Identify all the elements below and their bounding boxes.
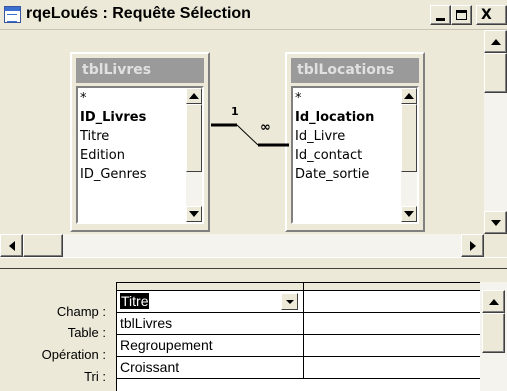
table-pane-horizontal-scrollbar[interactable] <box>0 234 484 257</box>
grid-cell-field[interactable]: Titre <box>117 291 304 313</box>
field-list-tbllocations[interactable]: tblLocations * Id_location Id_Livre Id_c… <box>285 52 425 232</box>
field-item[interactable]: * <box>295 89 302 108</box>
row-label-field: Champ : <box>56 304 106 319</box>
arrow-up-icon <box>189 93 199 99</box>
scroll-up-button[interactable] <box>186 88 202 104</box>
table-pane-vertical-scrollbar[interactable] <box>484 30 507 234</box>
field-list-title[interactable]: tblLocations <box>291 58 419 83</box>
column-selector-bar[interactable] <box>117 283 481 291</box>
chevron-down-icon <box>285 299 294 304</box>
grid-cell-field-empty[interactable] <box>304 291 481 313</box>
table-pane[interactable]: tblLivres * ID_Livres Titre Edition ID_G… <box>0 30 484 234</box>
scroll-down-button[interactable] <box>484 211 507 234</box>
close-icon: X <box>481 7 492 23</box>
arrow-down-icon <box>189 211 199 217</box>
row-label-sort: Tri : <box>84 369 106 384</box>
scroll-down-button[interactable] <box>186 206 202 222</box>
arrow-up-icon <box>490 38 501 45</box>
field-item[interactable]: ID_Genres <box>80 165 147 184</box>
grid-cell-table[interactable]: tblLivres <box>117 313 304 335</box>
minimize-icon <box>436 18 445 21</box>
grid-cell-sort-empty[interactable] <box>304 357 481 379</box>
scroll-thumb[interactable] <box>23 234 63 257</box>
grid-cell-total[interactable]: Regroupement <box>117 335 304 357</box>
close-button[interactable]: X <box>476 5 507 25</box>
window-title: rqeLoués : Requête Sélection <box>26 5 251 22</box>
relationship-many-label: ∞ <box>260 120 271 135</box>
scroll-right-button[interactable] <box>461 234 484 257</box>
grid-cell-total-empty[interactable] <box>304 335 481 357</box>
scroll-left-button[interactable] <box>0 234 23 257</box>
field-item-primary-key[interactable]: ID_Livres <box>80 108 146 127</box>
field-item[interactable]: Id_contact <box>295 146 362 165</box>
query-window-icon[interactable] <box>4 6 21 23</box>
field-list-scrollbar[interactable] <box>401 88 417 222</box>
grid-vertical-scrollbar[interactable] <box>480 282 507 391</box>
title-bar[interactable]: rqeLoués : Requête Sélection X <box>0 0 507 30</box>
field-list[interactable]: * Id_location Id_Livre Id_contact Date_s… <box>291 86 419 224</box>
field-list-title[interactable]: tblLivres <box>76 58 204 83</box>
arrow-right-icon <box>469 240 476 251</box>
column-divider <box>303 283 304 291</box>
maximize-icon <box>456 10 467 20</box>
query-window: rqeLoués : Requête Sélection X tblLivres… <box>0 0 507 391</box>
scroll-down-button[interactable] <box>401 206 417 222</box>
field-list[interactable]: * ID_Livres Titre Edition ID_Genres <box>76 86 204 224</box>
field-item[interactable]: Titre <box>80 127 109 146</box>
field-list-scrollbar[interactable] <box>186 88 202 222</box>
scroll-thumb[interactable] <box>186 104 202 172</box>
grid-cell-table-empty[interactable] <box>304 313 481 335</box>
scroll-up-button[interactable] <box>482 290 505 313</box>
minimize-button[interactable] <box>430 5 451 25</box>
field-dropdown-button[interactable] <box>281 293 298 310</box>
scroll-up-button[interactable] <box>401 88 417 104</box>
grid-cell-sort[interactable]: Croissant <box>117 357 304 379</box>
pane-splitter[interactable] <box>0 257 507 269</box>
field-item-primary-key[interactable]: Id_location <box>295 108 374 127</box>
query-design-grid-pane: Champ : Table : Opération : Tri : Titre … <box>0 269 507 391</box>
query-design-grid[interactable]: Titre tblLivres Regroupement Croissant <box>116 282 481 391</box>
arrow-up-icon <box>404 93 414 99</box>
field-item[interactable]: Date_sortie <box>295 165 369 184</box>
scroll-thumb[interactable] <box>401 104 417 172</box>
arrow-down-icon <box>490 219 501 226</box>
arrow-down-icon <box>404 211 414 217</box>
maximize-button[interactable] <box>451 5 472 25</box>
grid-cell-field-value[interactable]: Titre <box>120 293 150 309</box>
relationship-one-label: 1 <box>231 105 239 118</box>
arrow-up-icon <box>488 298 499 305</box>
scroll-up-button[interactable] <box>484 30 507 53</box>
row-label-total: Opération : <box>41 347 106 362</box>
scroll-thumb[interactable] <box>482 313 505 353</box>
field-list-tbllivres[interactable]: tblLivres * ID_Livres Titre Edition ID_G… <box>70 52 210 232</box>
field-item[interactable]: Edition <box>80 146 125 165</box>
field-item[interactable]: Id_Livre <box>295 127 345 146</box>
field-item[interactable]: * <box>80 89 87 108</box>
scrollbar-corner <box>484 234 507 257</box>
row-label-table: Table : <box>67 325 106 340</box>
arrow-left-icon <box>8 240 15 251</box>
scroll-thumb[interactable] <box>484 53 507 93</box>
